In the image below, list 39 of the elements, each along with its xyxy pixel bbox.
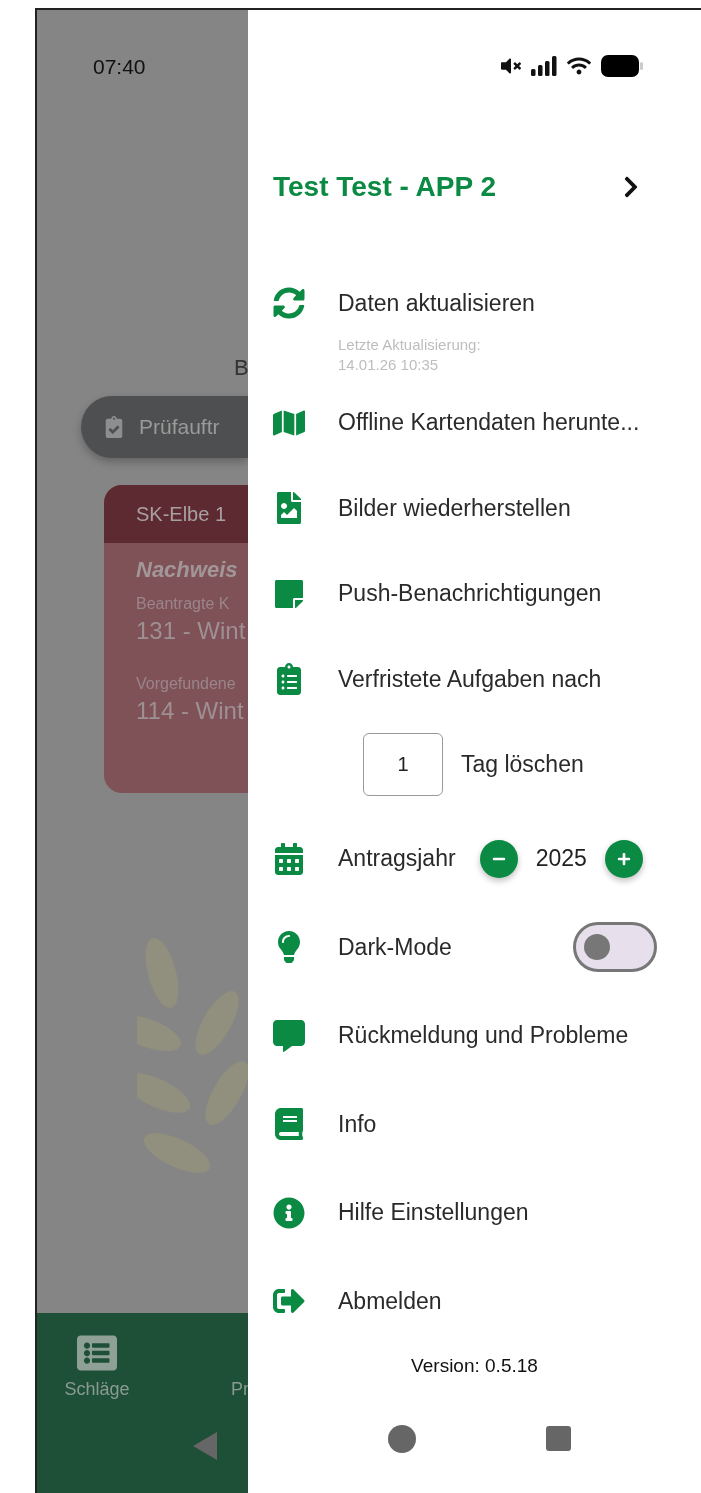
- list-icon: [77, 1333, 117, 1373]
- menu-item[interactable]: Rückmeldung und Probleme: [248, 991, 701, 1080]
- page-heading: B: [234, 355, 248, 382]
- menu-item[interactable]: Info: [248, 1079, 701, 1169]
- plus-icon: [616, 851, 631, 866]
- field-value: 131 - Wint: [136, 617, 247, 645]
- increment-button[interactable]: [604, 839, 643, 878]
- clipboard-icon: [103, 416, 125, 438]
- menu-item[interactable]: Daten aktualisieren: [248, 271, 701, 335]
- setting-label: Tag löschen: [461, 751, 584, 779]
- dark-mode-switch[interactable]: [573, 922, 657, 973]
- menu-item[interactable]: Push-Benachrichtigungen: [248, 550, 701, 637]
- decrement-button[interactable]: [479, 839, 518, 878]
- signal-icon: [531, 56, 557, 77]
- account-header[interactable]: Test Test - APP 2: [248, 122, 701, 252]
- card-title: SK-Elbe 1: [136, 502, 227, 526]
- book-icon: [273, 1108, 305, 1141]
- info-icon: [273, 1196, 305, 1229]
- status-time: 07:40: [93, 55, 147, 80]
- year-value: 2025: [535, 845, 587, 873]
- note-icon: [273, 577, 305, 610]
- days-input[interactable]: 1: [363, 733, 443, 797]
- setting-label: Dark-Mode: [338, 933, 452, 961]
- home-icon[interactable]: [388, 1424, 416, 1453]
- menu-item[interactable]: Hilfe Einstellungen: [248, 1168, 701, 1257]
- last-update-note: Letzte Aktualisierung: 14.01.26 10:35: [338, 334, 482, 375]
- version-text: Version: 0.5.18: [411, 1355, 538, 1379]
- field-value: 114 - Wint: [136, 697, 245, 725]
- chat-icon: [273, 1019, 305, 1052]
- recents-icon[interactable]: [546, 1426, 571, 1452]
- menu-item[interactable]: Bilder wiederherstellen: [248, 465, 701, 551]
- calendar-icon: [273, 842, 305, 875]
- setting-label: Antragsjahr: [338, 845, 456, 873]
- setting-label: Verfristete Aufgaben nach: [338, 665, 602, 693]
- menu-item[interactable]: Abmelden: [248, 1256, 701, 1346]
- menu-item[interactable]: Offline Kartendaten herunte...: [248, 379, 701, 466]
- card-subtitle: Nachweis: [136, 557, 239, 583]
- battery-icon: [601, 55, 643, 78]
- refresh-icon: [273, 287, 305, 320]
